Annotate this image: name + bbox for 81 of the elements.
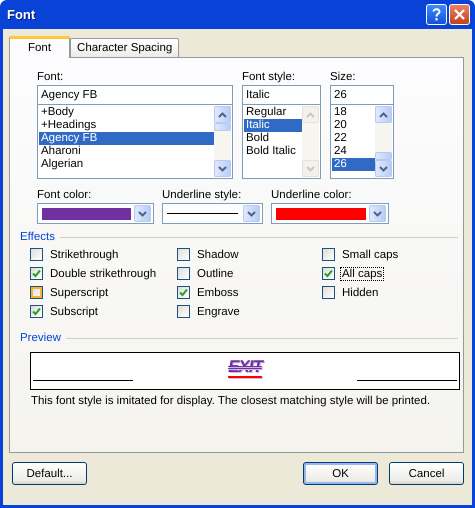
field-label: Size: — [330, 71, 357, 83]
list-item[interactable]: Italic — [244, 119, 302, 132]
checkbox-label[interactable]: Double strikethrough — [48, 266, 158, 280]
list-box[interactable]: +Body +Headings Agency FB Aharoni Algerian — [37, 105, 233, 179]
checkbox-label[interactable]: Shadow — [195, 248, 241, 262]
list-item[interactable]: 18 — [332, 106, 375, 119]
tab[interactable]: Character Spacing — [70, 38, 180, 57]
checkbox[interactable] — [177, 286, 190, 299]
scroll-up-button[interactable] — [375, 106, 392, 123]
caret-up-icon — [218, 112, 227, 118]
list-item[interactable]: Aharoni — [39, 145, 214, 158]
checkbox[interactable] — [322, 267, 335, 280]
checkbox[interactable] — [177, 267, 190, 280]
dialog-button[interactable]: Default... — [12, 462, 87, 485]
checkbox[interactable] — [30, 305, 43, 318]
list-item[interactable]: +Body — [39, 106, 214, 119]
list-item[interactable]: Bold — [244, 132, 302, 145]
scroll-down-button[interactable] — [134, 205, 151, 222]
list-item[interactable]: 22 — [332, 132, 375, 145]
field-label: Underline color: — [271, 189, 353, 201]
list-box[interactable]: Regular Italic Bold Bold Italic — [242, 105, 321, 179]
checkbox[interactable] — [177, 305, 190, 318]
caret-down-icon — [138, 210, 147, 216]
caret-up-icon — [306, 112, 315, 118]
scroll-up-button[interactable] — [214, 106, 231, 123]
checkbox-label[interactable]: Subscript — [48, 304, 100, 318]
checkbox[interactable] — [322, 286, 335, 299]
window-title: Font — [7, 7, 36, 22]
dropdown[interactable] — [37, 203, 154, 224]
checkbox[interactable] — [322, 248, 335, 261]
checkbox-label[interactable]: Superscript — [48, 286, 110, 300]
caret-up-icon — [379, 112, 388, 118]
help-icon[interactable] — [426, 4, 447, 25]
tab[interactable]: Font — [9, 36, 70, 58]
input-field[interactable]: Agency FB — [37, 85, 233, 105]
dropdown[interactable] — [162, 203, 263, 224]
scroll-down-button[interactable] — [243, 205, 260, 222]
scroll-down-button[interactable] — [375, 160, 392, 177]
field-label: Underline style: — [162, 189, 242, 201]
scroll-thumb[interactable] — [214, 123, 231, 131]
preview-sample: EXIT — [228, 357, 262, 377]
close-icon[interactable] — [449, 4, 470, 25]
caret-down-icon — [379, 166, 388, 172]
field-label: Font color: — [37, 189, 92, 201]
checkbox-label[interactable]: Hidden — [340, 286, 380, 300]
caret-down-icon — [306, 166, 315, 172]
preview-note: This font style is imitated for display. The closest matching style will be printed. — [31, 395, 432, 407]
group-title: Preview — [20, 332, 61, 344]
input-field[interactable]: 26 — [330, 85, 394, 105]
caret-down-icon — [373, 210, 382, 216]
dialog-button[interactable]: OK — [303, 462, 378, 485]
list-item[interactable]: 20 — [332, 119, 375, 132]
checkbox-label[interactable]: Small caps — [340, 248, 400, 262]
checkbox[interactable] — [30, 267, 43, 280]
checkbox-label[interactable]: Engrave — [195, 304, 242, 318]
list-box[interactable]: 18 20 22 24 26 — [330, 105, 394, 179]
list-item[interactable]: Algerian — [39, 158, 214, 171]
scroll-thumb[interactable] — [375, 152, 392, 160]
scroll-down-button[interactable] — [369, 205, 386, 222]
list-item[interactable]: Regular — [244, 106, 302, 119]
scrollbar[interactable] — [214, 106, 231, 177]
checkbox-label[interactable]: Outline — [195, 266, 236, 280]
list-item[interactable]: 24 — [332, 145, 375, 158]
caret-down-icon — [247, 210, 256, 216]
group-title: Effects — [20, 231, 55, 243]
list-item[interactable]: Agency FB — [39, 132, 214, 145]
checkbox[interactable] — [30, 248, 43, 261]
caret-down-icon — [218, 166, 227, 172]
checkbox-label[interactable]: Strikethrough — [48, 248, 120, 262]
scrollbar[interactable] — [375, 106, 392, 177]
dialog-button[interactable]: Cancel — [389, 462, 464, 485]
list-item[interactable]: 26 — [332, 158, 375, 171]
list-item[interactable]: +Headings — [39, 119, 214, 132]
checkbox-label[interactable]: Emboss — [195, 286, 241, 300]
list-item[interactable]: Bold Italic — [244, 145, 302, 158]
scroll-down-button[interactable] — [214, 160, 231, 177]
input-field[interactable]: Italic — [242, 85, 321, 105]
checkbox[interactable] — [177, 248, 190, 261]
checkbox-label[interactable]: All caps — [340, 266, 384, 280]
field-label: Font style: — [242, 71, 296, 83]
field-label: Font: — [37, 71, 64, 83]
